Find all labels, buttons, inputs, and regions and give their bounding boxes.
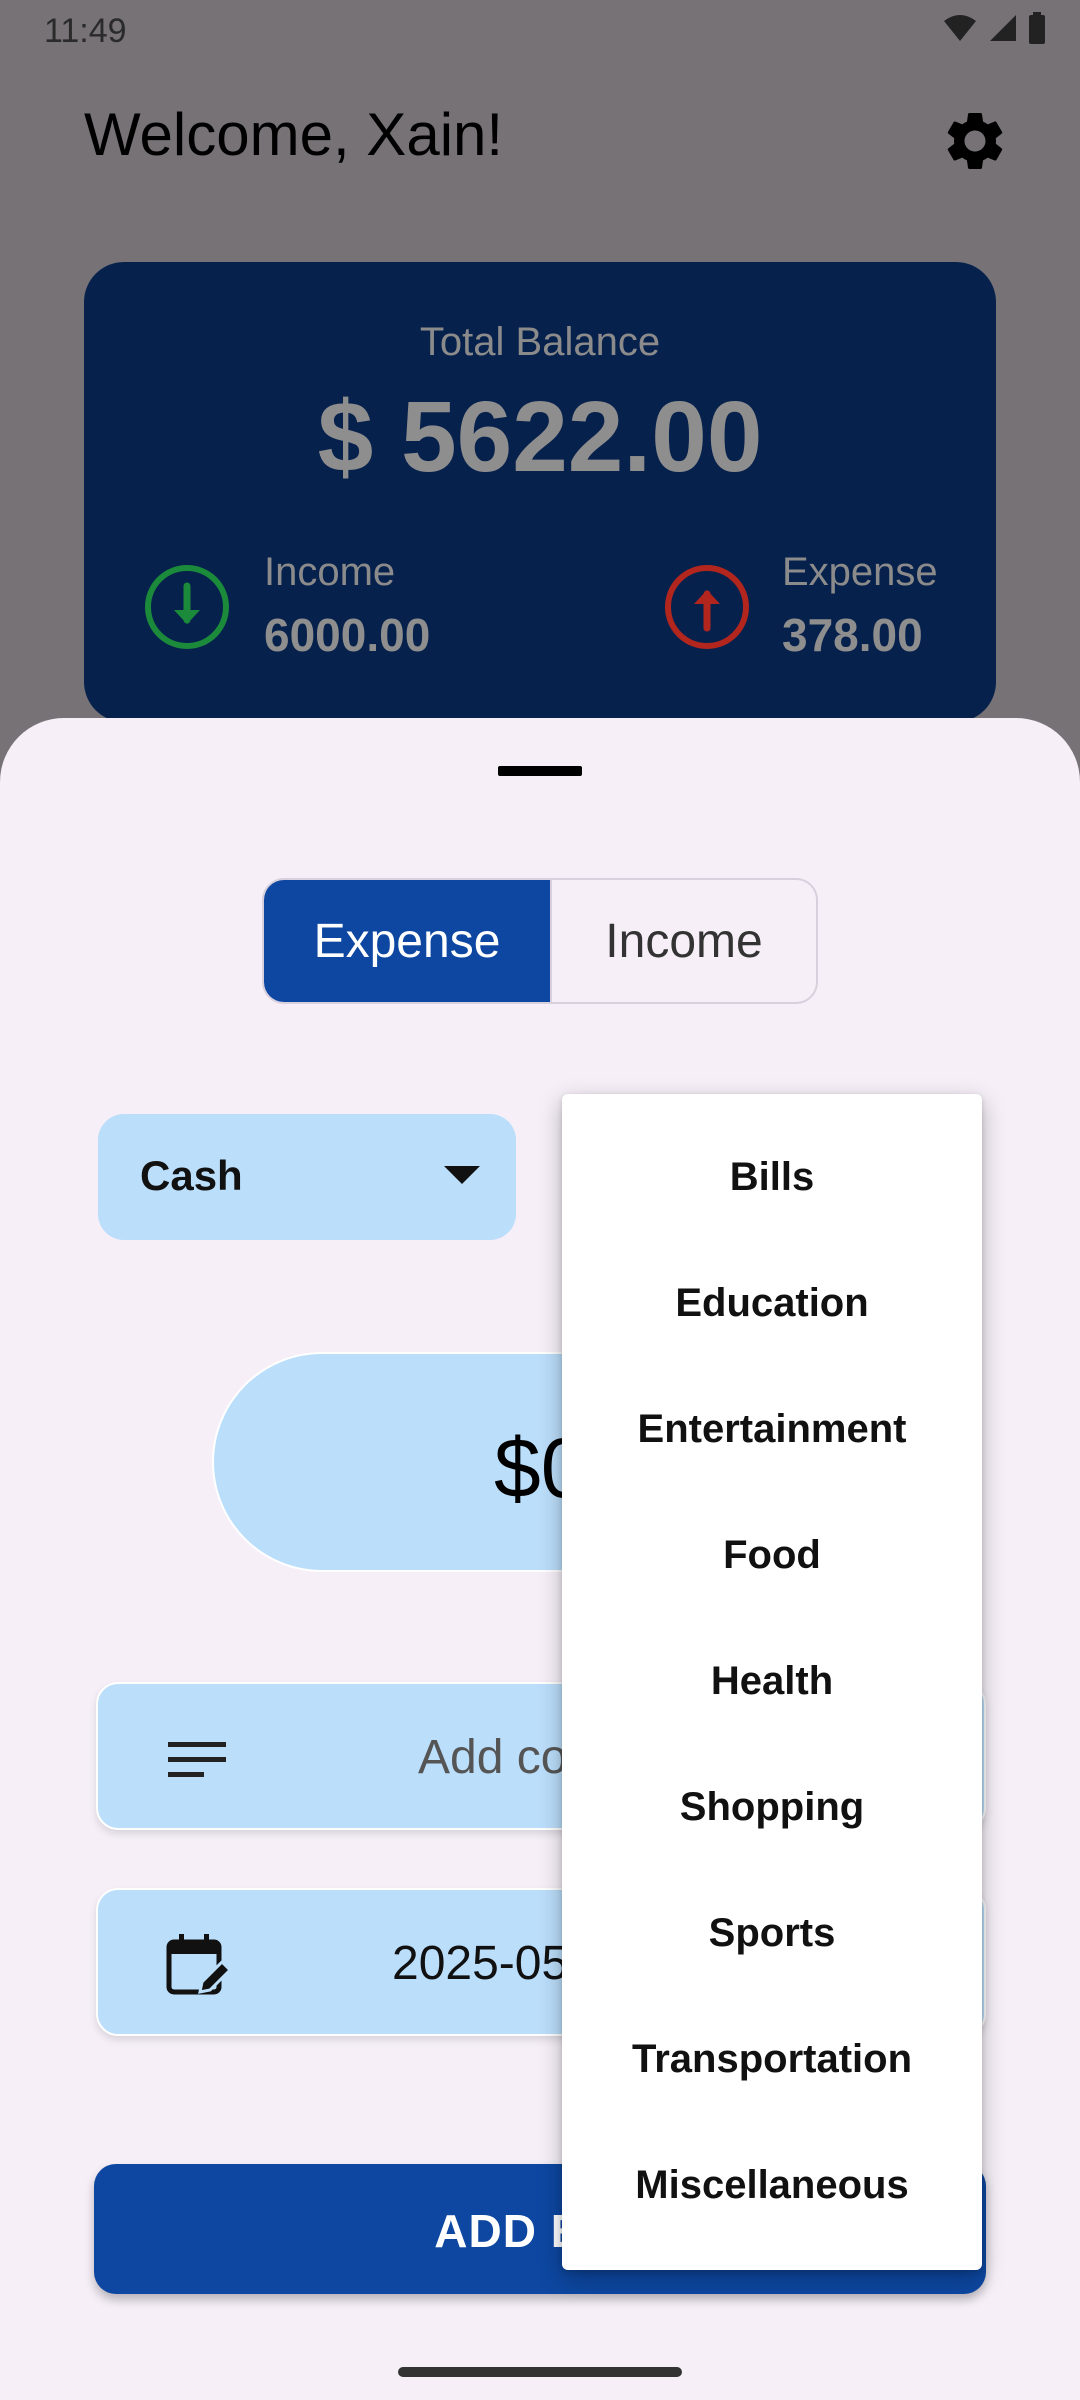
- signal-icon: [990, 15, 1016, 41]
- battery-icon: [1029, 12, 1045, 44]
- arrow-down-circle-icon: [145, 565, 229, 649]
- total-balance-label: Total Balance: [419, 320, 661, 364]
- comment-placeholder: Add co: [418, 1731, 568, 1784]
- category-menu: Bills Education Entertainment Food Health Sho…: [562, 1094, 982, 2270]
- wifi-icon: [944, 15, 976, 41]
- wallet-selected: Cash: [140, 1152, 243, 1199]
- tab-expense[interactable]: Expense: [264, 880, 550, 1002]
- status-time: 11:49: [44, 12, 127, 50]
- menu-item-category[interactable]: Entertainment: [562, 1366, 982, 1492]
- tab-income[interactable]: Income: [550, 880, 816, 1002]
- category-list: Bills Education Entertainment Food Health Sho…: [562, 1094, 982, 2248]
- menu-item-category[interactable]: Transportation: [562, 1996, 982, 2122]
- welcome-title: Welcome, Xain!: [84, 101, 504, 168]
- income-label: Income: [264, 550, 396, 594]
- menu-item-category[interactable]: Shopping: [562, 1744, 982, 1870]
- menu-item-category[interactable]: Health: [562, 1618, 982, 1744]
- drag-handle[interactable]: [498, 766, 582, 776]
- balance-card: Total Balance $ 5622.00 Income 6000.00 E…: [84, 262, 996, 722]
- expense-label: Expense: [782, 550, 938, 594]
- notes-icon: [168, 1742, 226, 1777]
- date-value: 2025-05: [392, 1937, 569, 1990]
- caret-down-icon: [444, 1166, 480, 1184]
- menu-item-category[interactable]: Bills: [562, 1114, 982, 1240]
- home-indicator[interactable]: [398, 2367, 682, 2377]
- arrow-up-circle-icon: [665, 565, 749, 649]
- menu-item-category[interactable]: Education: [562, 1240, 982, 1366]
- gear-icon[interactable]: [940, 106, 1010, 176]
- expense-value: 378.00: [782, 609, 923, 661]
- wallet-dropdown[interactable]: Cash: [98, 1114, 516, 1240]
- income-value: 6000.00: [264, 609, 431, 661]
- menu-item-category[interactable]: Miscellaneous: [562, 2122, 982, 2248]
- calendar-edit-icon: [166, 1934, 230, 1995]
- menu-item-category[interactable]: Sports: [562, 1870, 982, 1996]
- total-balance-amount: $ 5622.00: [317, 381, 763, 493]
- type-toggle: Expense Income: [262, 878, 818, 1004]
- menu-item-category[interactable]: Food: [562, 1492, 982, 1618]
- status-icons: [942, 12, 1046, 44]
